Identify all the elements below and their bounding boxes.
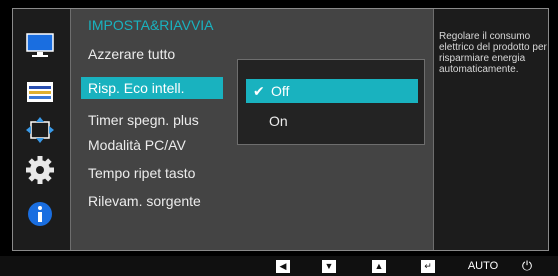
enter-icon: ↵ (421, 259, 435, 273)
menu-item-key-repeat[interactable]: Tempo ripet tasto (88, 164, 195, 182)
menu-item-eco-saving[interactable]: Risp. Eco intell. (81, 77, 223, 99)
onscreen-display-icon[interactable] (25, 77, 55, 107)
menu-item-source-detection[interactable]: Rilevam. sorgente (88, 192, 201, 210)
option-off-label: Off (271, 83, 290, 99)
system-gear-icon[interactable] (25, 155, 55, 185)
power-icon[interactable]: ⏻ (519, 258, 535, 273)
option-on[interactable]: On (246, 109, 418, 133)
option-dropdown: ✔ Off On (237, 59, 425, 145)
help-text: Regolare il consumo elettrico del prodot… (439, 31, 547, 75)
menu-title: IMPOSTA&RIAVVIA (88, 17, 214, 33)
enter-button[interactable]: ↵ (421, 259, 435, 273)
left-button[interactable]: ◀ (276, 259, 290, 273)
up-button[interactable]: ▲ (372, 259, 386, 273)
down-arrow-icon: ▼ (322, 259, 336, 273)
option-on-label: On (269, 113, 288, 129)
left-arrow-icon: ◀ (276, 259, 290, 273)
menu-item-off-timer[interactable]: Timer spegn. plus (88, 111, 199, 129)
main-menu-panel: IMPOSTA&RIAVVIA Azzerare tutto Risp. Eco… (70, 9, 434, 250)
osd-menu-window: IMPOSTA&RIAVVIA Azzerare tutto Risp. Eco… (12, 8, 549, 251)
up-arrow-icon: ▲ (372, 259, 386, 273)
menu-item-pc-av-mode[interactable]: Modalità PC/AV (88, 136, 186, 154)
information-icon[interactable] (25, 199, 55, 229)
menu-item-reset-all[interactable]: Azzerare tutto (88, 45, 175, 63)
auto-button[interactable]: AUTO (466, 259, 500, 273)
checkmark-icon: ✔ (253, 83, 265, 99)
down-button[interactable]: ▼ (322, 259, 336, 273)
position-icon[interactable] (25, 115, 55, 145)
control-key-bar: ◀ ▼ ▲ ↵ AUTO ⏻ (0, 256, 558, 276)
picture-icon[interactable] (25, 31, 55, 61)
category-sidebar (13, 9, 70, 250)
option-off[interactable]: ✔ Off (246, 79, 418, 103)
